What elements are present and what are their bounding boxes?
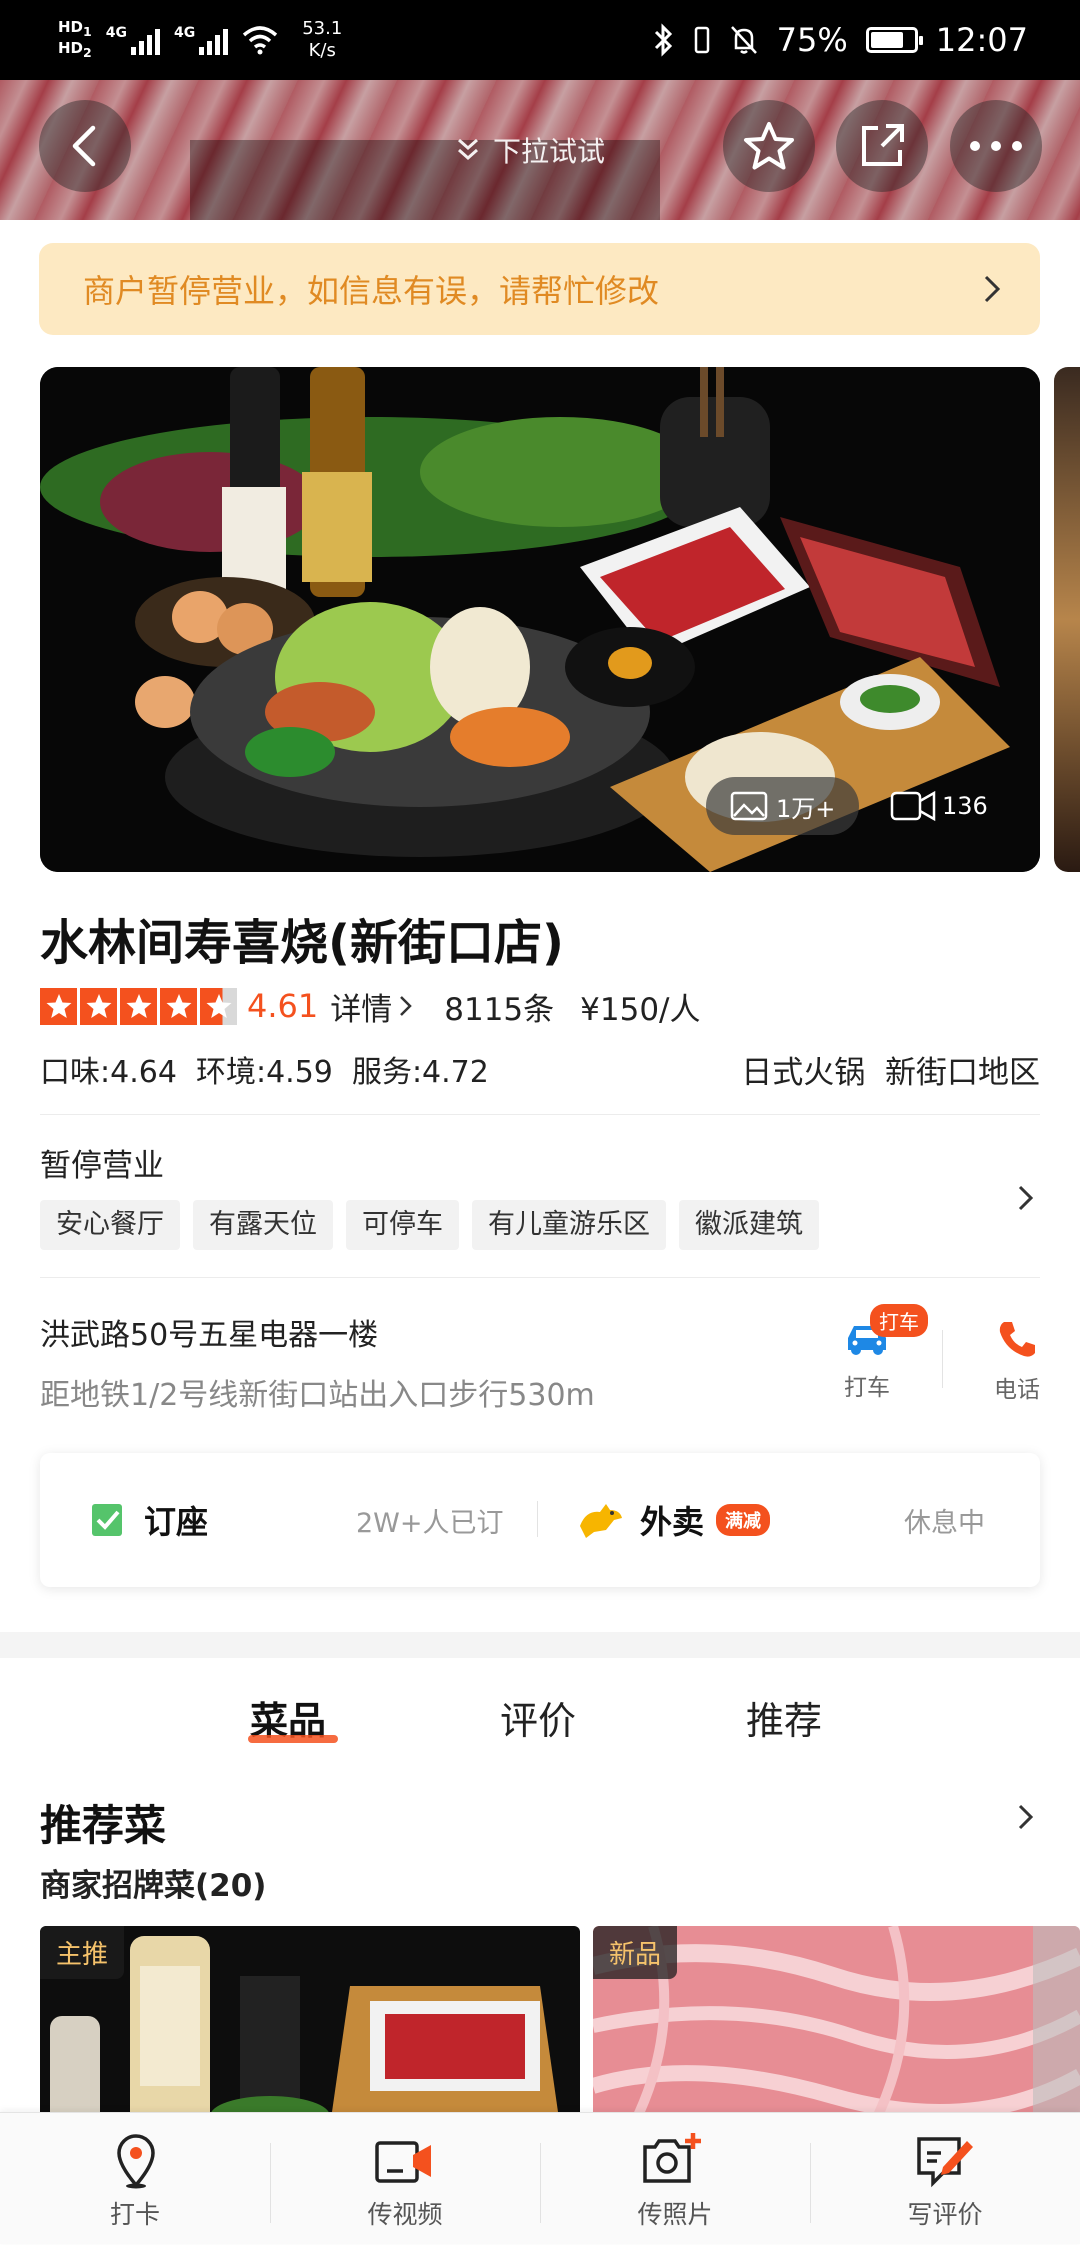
battery-percent: 75% (776, 21, 848, 59)
signal-1-icon: 4G (106, 25, 160, 55)
next-photo-peek[interactable] (1054, 367, 1080, 872)
delivery-label: 外卖 (640, 1503, 705, 1541)
closure-notice[interactable]: 商户暂停营业，如信息有误，请帮忙修改 (39, 243, 1040, 335)
taxi-label: 打车 (844, 1375, 890, 1401)
feature-tag: 徽派建筑 (679, 1200, 819, 1250)
service-separator (537, 1501, 538, 1537)
signature-dishes-subtitle: 商家招牌菜(20) (40, 1868, 267, 1904)
divider (40, 1277, 1040, 1278)
hd-indicator: HD1 HD2 (58, 18, 92, 61)
price-per-person: ¥150/人 (580, 991, 701, 1028)
wifi-icon (243, 26, 278, 55)
status-chevron-right-icon[interactable] (1016, 1183, 1036, 1213)
more-dots-icon (970, 141, 1022, 151)
rating-star-icon (200, 987, 237, 1025)
photo-count-badge[interactable]: 1万+ (706, 777, 860, 835)
video-count-badge[interactable]: 136 (890, 777, 988, 835)
dish-card[interactable]: 主推 (40, 1926, 580, 2126)
star-outline-icon (744, 122, 794, 170)
battery-icon (865, 27, 923, 53)
status-bar: HD1 HD2 4G 4G 53.1 K/s 75% 12:07 (0, 0, 1080, 80)
address-line[interactable]: 洪武路50号五星电器一楼 (40, 1310, 378, 1354)
booking-entry[interactable]: 订座 (90, 1453, 208, 1587)
delivery-note: 休息中 (904, 1508, 985, 1539)
share-button[interactable] (836, 100, 928, 192)
shop-categories: 日式火锅 新街口地区 (741, 1055, 1040, 1091)
phone-icon (999, 1322, 1035, 1357)
notice-text: 商户暂停营业，如信息有误，请帮忙修改 (83, 272, 660, 310)
rating-score: 4.61 (247, 987, 319, 1025)
feature-tag: 有儿童游乐区 (472, 1200, 666, 1250)
dish-badge: 主推 (40, 1926, 125, 1979)
location-pin-icon (117, 2134, 155, 2189)
rating-star-icon (80, 987, 117, 1025)
feature-tag: 有露天位 (193, 1200, 333, 1250)
video-icon (890, 790, 936, 822)
image-icon (730, 791, 768, 821)
write-review-button[interactable]: 写评价 (810, 2113, 1080, 2245)
service-card: 订座 2W+人已订 外卖 满减 休息中 (40, 1453, 1040, 1587)
recommend-chevron-right-icon[interactable] (1016, 1802, 1036, 1832)
details-link[interactable]: 详情 (330, 984, 414, 1029)
recommended-dishes-title: 推荐菜 (40, 1801, 167, 1850)
tab-recommend[interactable]: 推荐 (746, 1690, 822, 1745)
sub-scores: 口味:4.64 环境:4.59 服务:4.72 (40, 1055, 489, 1090)
double-chevron-down-icon (458, 138, 478, 161)
phone-label: 电话 (994, 1377, 1040, 1403)
upload-video-button[interactable]: 传视频 (270, 2113, 540, 2245)
rating-row: 4.61 详情 8115条 ¥150/人 (40, 981, 701, 1031)
rating-star-icon (160, 987, 197, 1025)
bottom-action-bar: 打卡 传视频 传照片 写评价 (0, 2112, 1080, 2244)
tab-reviews[interactable]: 评价 (500, 1690, 576, 1745)
camera-plus-icon (643, 2133, 701, 2183)
dish-card[interactable]: 新品 (593, 1926, 1080, 2126)
rating-star-icon (40, 987, 77, 1025)
phone-button[interactable]: 电话 (982, 1318, 1052, 1404)
delivery-entry[interactable]: 外卖 满减 (576, 1453, 771, 1587)
checkin-button[interactable]: 打卡 (0, 2113, 270, 2245)
tab-active-indicator (248, 1735, 338, 1743)
feature-tag: 可停车 (346, 1200, 459, 1250)
business-status: 暂停营业 (40, 1148, 164, 1184)
hero-banner: 下拉试试 (0, 80, 1080, 220)
clock: 12:07 (935, 21, 1028, 59)
feature-tag: 安心餐厅 (40, 1200, 180, 1250)
rating-star-icon (120, 987, 157, 1025)
feature-tags: 安心餐厅 有露天位 可停车 有儿童游乐区 徽派建筑 (40, 1200, 819, 1250)
review-count[interactable]: 8115条 (444, 984, 554, 1029)
write-review-icon (917, 2137, 973, 2188)
favorite-button[interactable] (723, 100, 815, 192)
more-button[interactable] (950, 100, 1042, 192)
divider (40, 1114, 1040, 1115)
shop-name: 水林间寿喜烧(新街口店) (40, 915, 564, 971)
booking-label: 订座 (144, 1503, 209, 1541)
star-rating (40, 987, 237, 1025)
chevron-right-icon (400, 996, 413, 1016)
network-speed: 53.1 K/s (302, 18, 343, 61)
video-upload-icon (375, 2141, 431, 2183)
upload-photo-button[interactable]: 传照片 (540, 2113, 810, 2245)
delivery-kangaroo-icon (580, 1504, 622, 1538)
chevron-right-icon (984, 275, 1001, 303)
section-separator (0, 1632, 1080, 1658)
pull-down-hint: 下拉试试 (455, 130, 605, 170)
dish-badge: 新品 (593, 1926, 678, 1979)
back-button[interactable] (39, 100, 131, 192)
booking-check-icon (92, 1504, 122, 1536)
taxi-badge: 打车 (870, 1304, 928, 1337)
mute-bell-icon (730, 26, 757, 54)
shop-photo[interactable]: 1万+ 136 (40, 367, 1040, 872)
vibrate-icon (694, 26, 709, 54)
signal-2-icon: 4G (174, 25, 229, 55)
vertical-separator (942, 1330, 943, 1388)
share-icon (862, 124, 904, 166)
bluetooth-icon (654, 23, 672, 57)
chevron-left-icon (72, 125, 96, 167)
discount-badge: 满减 (716, 1504, 771, 1536)
address-hint: 距地铁1/2号线新街口站出入口步行530m (40, 1378, 595, 1413)
booking-note: 2W+人已订 (356, 1508, 504, 1539)
